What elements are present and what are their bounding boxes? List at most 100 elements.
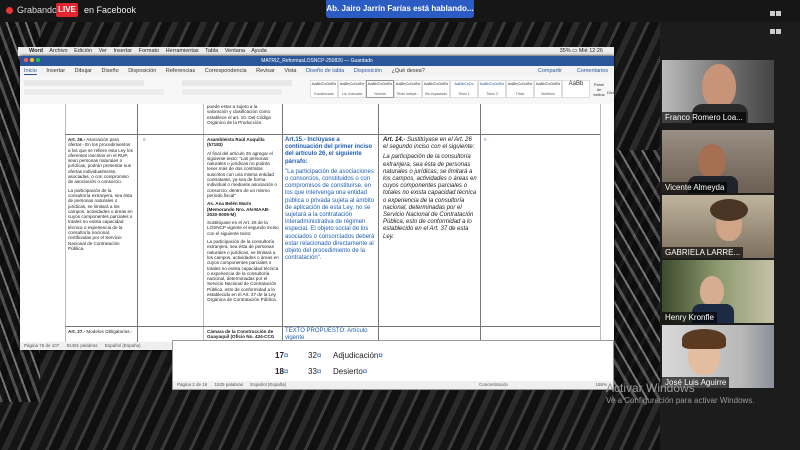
cell-top-col2: puede estar a sujeto a la valoración y c… bbox=[207, 104, 272, 125]
art26-text: Asociación para ofertar.- En los procedi… bbox=[68, 137, 133, 185]
style-normal[interactable]: AaBbCcDdEe Normal bbox=[366, 80, 394, 98]
recording-label: Grabando bbox=[17, 5, 58, 15]
proposal-text-1: Al final del artículo 26 agregar el sigu… bbox=[207, 150, 277, 198]
table-row: 18¤ bbox=[275, 367, 289, 376]
tab-revisar[interactable]: Revisar bbox=[256, 68, 275, 74]
style-more[interactable]: AaBb bbox=[562, 80, 590, 98]
menu-ayuda[interactable]: Ayuda bbox=[251, 48, 267, 54]
participant-tile[interactable]: Henry Kronfle bbox=[662, 260, 774, 323]
activation-watermark-subtitle: Ve a Configuración para activar Windows. bbox=[606, 396, 755, 405]
status-language[interactable]: Español (España) bbox=[105, 343, 141, 348]
menu-insertar[interactable]: Insertar bbox=[113, 48, 132, 54]
style-sin-espaciado[interactable]: AaBbCcDdEe Sin espaciado bbox=[422, 80, 450, 98]
comments-button[interactable]: Comentarios bbox=[577, 66, 608, 76]
cell-art27-law: Art. 27.- Modelos Obligatorios.- bbox=[68, 329, 134, 334]
art26-title: Art. 26.- bbox=[68, 137, 86, 142]
second-word-status-bar: Página 2 de 16 1529 palabras Español (Es… bbox=[173, 381, 613, 389]
ribbon-tabs: Inicio Insertar Dibujar Diseño Disposici… bbox=[20, 66, 614, 76]
style-lista-marcada[interactable]: AaBbCcDdEe Lis. marcada bbox=[338, 80, 366, 98]
window-controls[interactable] bbox=[24, 56, 40, 66]
table-row: Desierto¤ bbox=[333, 367, 368, 376]
record-icon bbox=[6, 7, 13, 14]
recording-indicator: Grabando bbox=[6, 5, 57, 15]
style-titulo-1[interactable]: AaBbCcDc Título 1 bbox=[450, 80, 478, 98]
style-titulo-2[interactable]: AaBbCcDdEe Título 2 bbox=[478, 80, 506, 98]
table-border-col4 bbox=[480, 104, 481, 342]
proposal-text-2: Sustitúyase en el Art. 26 de la LOSNCP v… bbox=[207, 220, 279, 236]
menu-herramientas[interactable]: Herramientas bbox=[166, 48, 199, 54]
status-words[interactable]: 81491 palabras bbox=[67, 343, 98, 348]
status-language[interactable]: Español (España) bbox=[250, 382, 286, 387]
tab-diseno-tabla[interactable]: Diseño de tabla bbox=[306, 68, 344, 74]
participant-tile[interactable]: Vicente Almeyda bbox=[662, 130, 774, 193]
col4-text2: La participación de la consultoría extra… bbox=[383, 154, 477, 240]
styles-pane-button[interactable]: Panel de estilos bbox=[592, 82, 606, 97]
active-speaker-banner: Ab. Jairo Jarrín Farías está hablando... bbox=[326, 0, 474, 18]
paragraph-controls[interactable] bbox=[182, 80, 302, 98]
menu-formato[interactable]: Formato bbox=[139, 48, 159, 54]
menu-ventana[interactable]: Ventana bbox=[225, 48, 245, 54]
tab-dibujar[interactable]: Dibujar bbox=[75, 68, 92, 74]
document-area[interactable]: puede estar a sujeto a la valoración y c… bbox=[20, 104, 614, 342]
cell-art26-text-col4: Art. 14.- Sustitúyase en el Art. 26 el s… bbox=[383, 137, 477, 244]
cell-marker: ¤ bbox=[143, 137, 146, 142]
participant-face bbox=[702, 64, 736, 108]
mac-menu-bar: Word Archivo Edición Ver Insertar Format… bbox=[18, 47, 614, 56]
tab-diseno[interactable]: Diseño bbox=[102, 68, 119, 74]
art27-text: Modelos Obligatorios.- bbox=[86, 329, 133, 334]
status-focus[interactable]: Concentración bbox=[479, 381, 508, 389]
document-title: MATRIZ_ReformasLOSNCP-250820 — Guardado bbox=[261, 58, 373, 64]
font-controls[interactable] bbox=[24, 80, 174, 98]
status-page[interactable]: Página 76 de 107 bbox=[24, 343, 59, 348]
table-border-col3 bbox=[378, 104, 379, 342]
participant-tile[interactable]: GABRIELA LARRE... bbox=[662, 195, 774, 258]
table-row: 32¤ bbox=[308, 351, 322, 360]
desktop-background-right bbox=[612, 150, 660, 400]
art26-text2: La participación de la consultoría extra… bbox=[68, 187, 133, 251]
stream-target: en Facebook bbox=[84, 5, 137, 15]
tab-referencias[interactable]: Referencias bbox=[166, 68, 195, 74]
participant-tile[interactable]: Franco Romero Loa... bbox=[662, 60, 774, 123]
tab-correspondencia[interactable]: Correspondencia bbox=[205, 68, 247, 74]
share-button[interactable]: Compartir bbox=[538, 66, 562, 76]
proposal-heading-1: Asambleísta Raúl Auquilla (57183) bbox=[207, 137, 265, 148]
cell-art26-law: Art. 26.- Asociación para ofertar.- En l… bbox=[68, 137, 134, 254]
table-border-left bbox=[65, 104, 66, 342]
col4-heading: Art. 14.- bbox=[383, 137, 406, 143]
participant-name: Vicente Almeyda bbox=[662, 182, 728, 193]
second-word-window: 17¤ 32¤ Adjudicación¤ 18¤ 33¤ Desierto¤ … bbox=[172, 340, 614, 390]
cell-marker: ¤ bbox=[484, 137, 487, 142]
tell-me-search[interactable]: ¿Qué desea? bbox=[391, 68, 424, 74]
status-words[interactable]: 1529 palabras bbox=[215, 382, 244, 387]
tab-disposicion-tabla[interactable]: Disposición bbox=[354, 68, 382, 74]
cell-art27-proposal: Cámara de la Construcción de Guayaquil (… bbox=[207, 329, 275, 340]
table-row: Adjudicación¤ bbox=[333, 351, 383, 360]
tab-insertar[interactable]: Insertar bbox=[46, 68, 65, 74]
style-titulo[interactable]: AaBbCcDdEe Título bbox=[506, 80, 534, 98]
style-subtitulo[interactable]: AaBbCcDdEe Subtítulo bbox=[534, 80, 562, 98]
menu-edicion[interactable]: Edición bbox=[74, 48, 92, 54]
style-encabezado[interactable]: AaBbCcDdEe Encabezado bbox=[310, 80, 338, 98]
menu-word[interactable]: Word bbox=[29, 48, 43, 54]
participant-name: Franco Romero Loa... bbox=[662, 112, 746, 123]
word-window: MATRIZ_ReformasLOSNCP-250820 — Guardado … bbox=[20, 56, 617, 350]
proposal-heading-2: As. Ana Belén Marín (Memorando Nro. AN-M… bbox=[207, 201, 270, 217]
participant-name: Henry Kronfle bbox=[662, 312, 717, 323]
activation-watermark-title: Activar Windows bbox=[606, 381, 695, 395]
menu-tabla[interactable]: Tabla bbox=[205, 48, 218, 54]
tab-vista[interactable]: Vista bbox=[284, 68, 296, 74]
menu-archivo[interactable]: Archivo bbox=[49, 48, 67, 54]
participant-tile[interactable]: José Luis Aguirre bbox=[662, 325, 774, 388]
cell-art26-text-col3: Art.15.- Inclúyase a continuación del pr… bbox=[285, 137, 375, 265]
table-border-col1 bbox=[137, 104, 138, 342]
style-texto-independiente[interactable]: AaBbCcDdEe Texto indepe... bbox=[394, 80, 422, 98]
gallery-view-icon[interactable] bbox=[770, 4, 782, 34]
live-badge[interactable]: LIVE bbox=[56, 3, 78, 17]
dictate-button[interactable]: Dictar bbox=[607, 90, 617, 95]
tab-disposicion[interactable]: Disposición bbox=[128, 68, 156, 74]
tab-inicio[interactable]: Inicio bbox=[24, 68, 37, 75]
status-page[interactable]: Página 2 de 16 bbox=[177, 382, 207, 387]
participant-face bbox=[698, 144, 726, 178]
menu-ver[interactable]: Ver bbox=[99, 48, 107, 54]
table-row: 33¤ bbox=[308, 367, 322, 376]
